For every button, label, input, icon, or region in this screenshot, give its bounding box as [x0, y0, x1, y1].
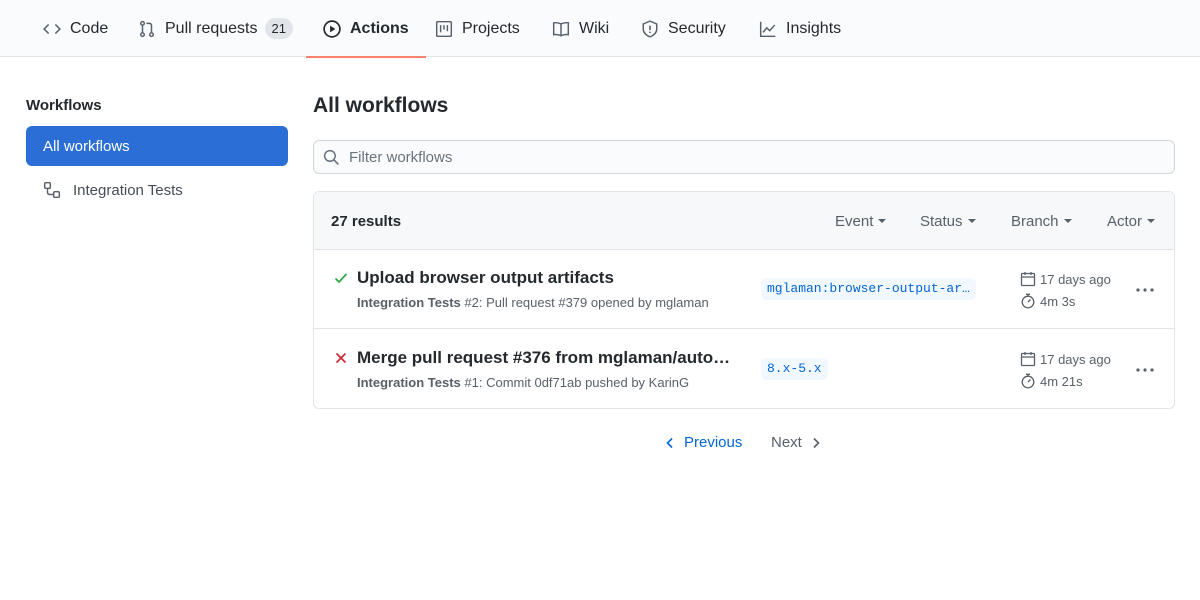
chevron-right-icon	[811, 437, 821, 449]
tab-pull-requests[interactable]: Pull requests 21	[138, 0, 293, 57]
chevron-left-icon	[665, 437, 675, 449]
run-duration: 4m 21s	[1020, 373, 1083, 389]
caret-down-icon	[1147, 219, 1156, 223]
dropdown-label: Status	[920, 213, 963, 230]
sidebar-item-integration-tests[interactable]: Integration Tests	[26, 170, 288, 210]
more-options-button[interactable]	[1132, 278, 1158, 298]
previous-page-link[interactable]: Previous	[665, 434, 742, 451]
tab-label: Wiki	[579, 19, 610, 37]
calendar-icon	[1020, 271, 1036, 287]
tab-label: Code	[70, 19, 109, 37]
run-description: Integration Tests #2: Pull request #379 …	[357, 295, 709, 310]
run-title-link[interactable]: Merge pull request #376 from mglaman/aut…	[357, 348, 730, 368]
check-icon	[333, 270, 349, 286]
graph-icon	[759, 20, 777, 38]
dropdown-label: Branch	[1011, 213, 1059, 230]
kebab-horizontal-icon	[1135, 360, 1155, 376]
tab-label: Actions	[350, 19, 409, 37]
run-duration-text: 4m 3s	[1040, 293, 1076, 309]
branch-label[interactable]: mglaman:browser-output-ar…	[761, 278, 976, 300]
code-icon	[43, 20, 61, 38]
workflow-run-row[interactable]: Upload browser output artifacts Integrat…	[314, 250, 1174, 329]
sidebar-title: Workflows	[26, 97, 102, 114]
more-options-button[interactable]	[1132, 358, 1158, 378]
pull-request-count-badge: 21	[264, 18, 293, 39]
run-duration-text: 4m 21s	[1040, 373, 1083, 389]
event-filter-dropdown[interactable]: Event	[835, 213, 887, 230]
tab-actions[interactable]: Actions	[306, 0, 426, 58]
calendar-icon	[1020, 351, 1036, 367]
tab-label: Pull requests	[165, 19, 258, 37]
project-icon	[435, 20, 453, 38]
tab-insights[interactable]: Insights	[759, 0, 841, 57]
run-title-link[interactable]: Upload browser output artifacts	[357, 268, 614, 288]
results-count: 27 results	[331, 213, 402, 230]
tab-projects[interactable]: Projects	[435, 0, 520, 57]
tab-security[interactable]: Security	[641, 0, 726, 57]
dropdown-label: Event	[835, 213, 874, 230]
tab-label: Insights	[786, 19, 842, 37]
sidebar-item-all-workflows[interactable]: All workflows	[26, 126, 288, 166]
x-icon	[333, 350, 349, 366]
tab-label: Projects	[462, 19, 520, 37]
actor-filter-dropdown[interactable]: Actor	[1107, 213, 1156, 230]
branch-label[interactable]: 8.x-5.x	[761, 358, 828, 380]
search-icon	[323, 149, 340, 166]
dropdown-label: Actor	[1107, 213, 1143, 230]
previous-label: Previous	[684, 434, 743, 451]
caret-down-icon	[1063, 219, 1072, 223]
repo-nav: Code Pull requests 21 Actions Projects W…	[0, 0, 1200, 58]
play-icon	[323, 19, 341, 38]
page-title: All workflows	[313, 94, 449, 117]
caret-down-icon	[878, 219, 887, 223]
run-workflow-name: Integration Tests	[357, 375, 461, 390]
run-description: Integration Tests #1: Commit 0df71ab pus…	[357, 375, 689, 390]
filter-workflows-input[interactable]	[349, 148, 1129, 166]
caret-down-icon	[967, 219, 976, 223]
run-date-text: 17 days ago	[1040, 271, 1111, 287]
workflow-run-row[interactable]: Merge pull request #376 from mglaman/aut…	[314, 330, 1174, 408]
tab-label: Security	[668, 19, 726, 37]
kebab-horizontal-icon	[1135, 280, 1155, 296]
run-date-text: 17 days ago	[1040, 351, 1111, 367]
workflow-icon	[43, 181, 61, 199]
sidebar-item-label: All workflows	[43, 137, 130, 155]
stopwatch-icon	[1020, 293, 1036, 309]
run-date: 17 days ago	[1020, 271, 1111, 287]
results-header: 27 results Event Status Branch Actor	[314, 192, 1174, 250]
branch-filter-dropdown[interactable]: Branch	[1011, 213, 1072, 230]
shield-icon	[641, 19, 659, 38]
status-filter-dropdown[interactable]: Status	[920, 213, 976, 230]
workflow-runs-list: 27 results Event Status Branch Actor Upl…	[313, 191, 1175, 409]
run-detail: #2: Pull request #379 opened by mglaman	[460, 295, 709, 310]
run-detail: #1: Commit 0df71ab pushed by KarinG	[460, 375, 690, 390]
book-icon	[552, 20, 570, 38]
stopwatch-icon	[1020, 373, 1036, 389]
filter-box	[313, 140, 1175, 174]
run-duration: 4m 3s	[1020, 293, 1075, 309]
sidebar-item-label: Integration Tests	[73, 181, 183, 199]
run-date: 17 days ago	[1020, 351, 1111, 367]
next-page-link[interactable]: Next	[771, 434, 821, 451]
next-label: Next	[771, 434, 802, 451]
run-workflow-name: Integration Tests	[357, 295, 461, 310]
git-pull-request-icon	[138, 20, 156, 38]
tab-wiki[interactable]: Wiki	[552, 0, 609, 57]
tab-code[interactable]: Code	[43, 0, 108, 57]
